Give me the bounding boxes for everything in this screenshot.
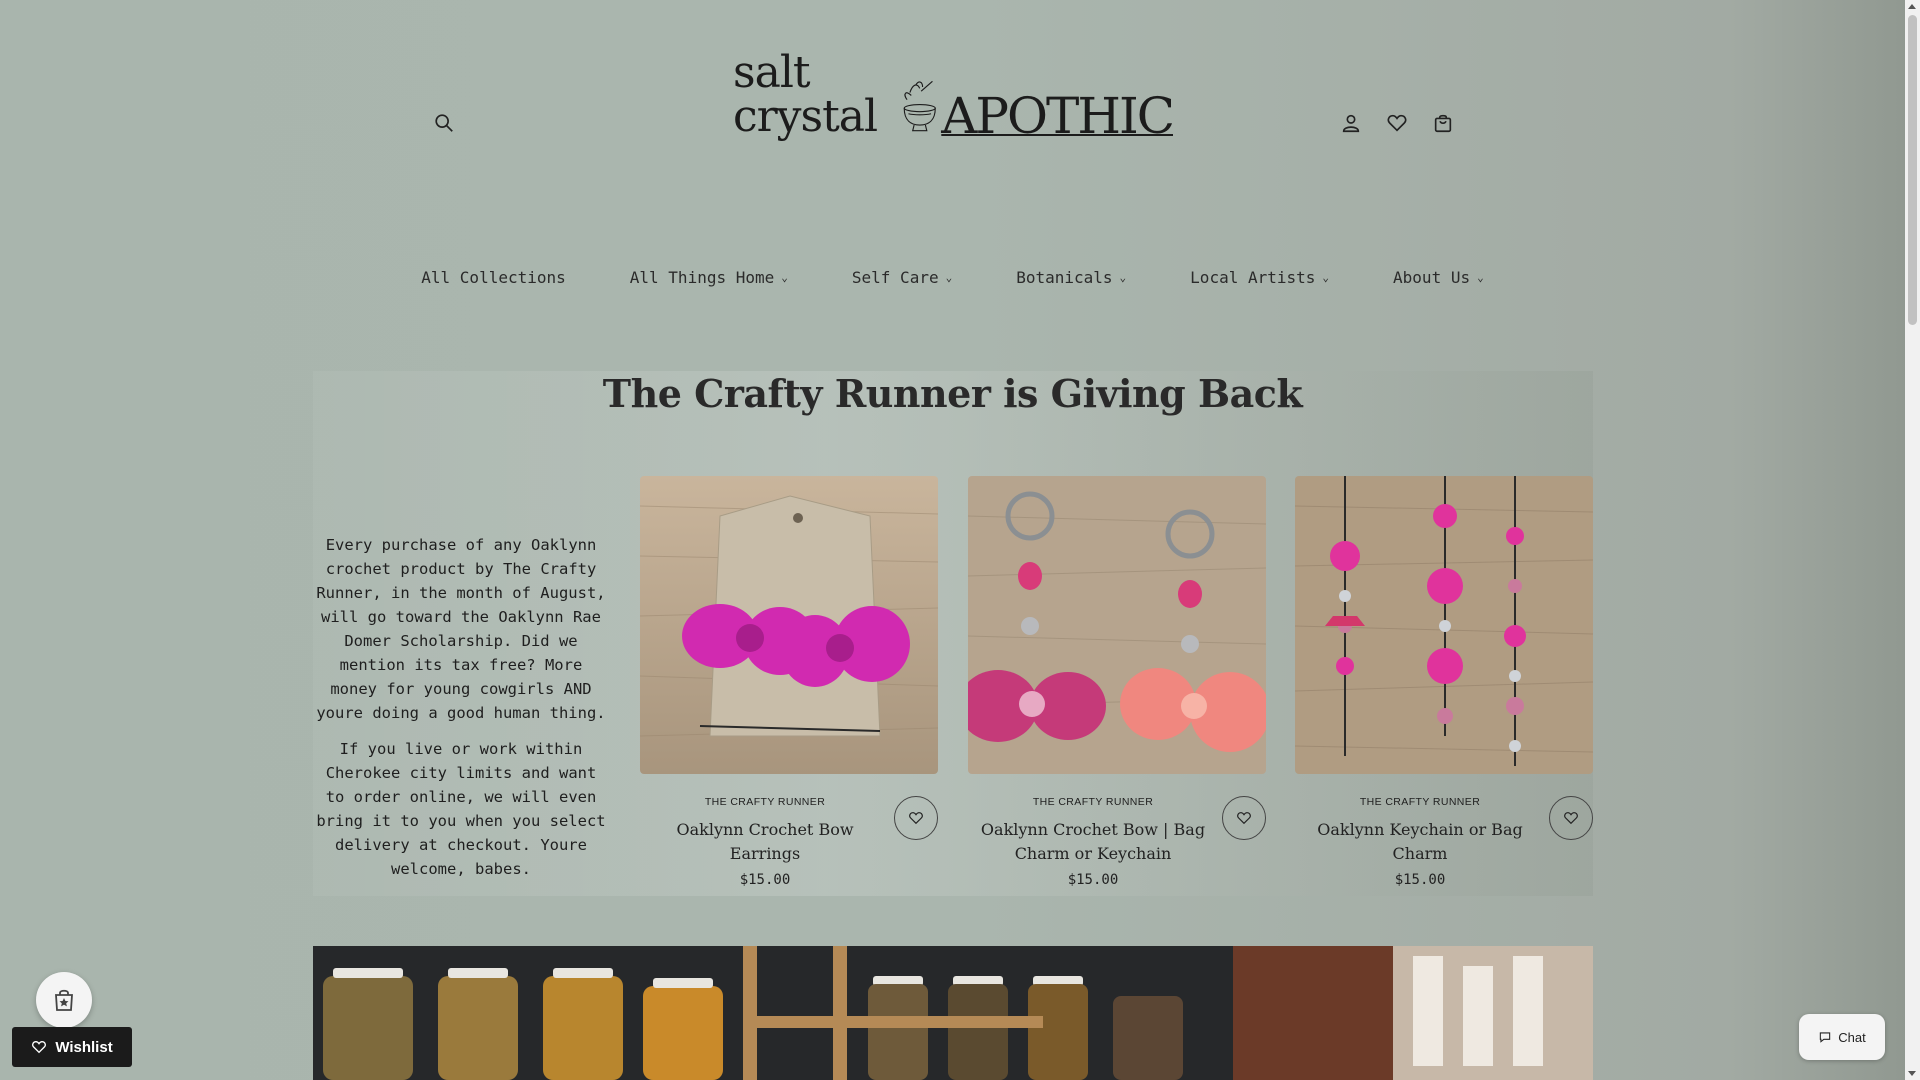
heart-icon <box>1387 114 1407 132</box>
heart-icon <box>909 812 923 825</box>
logo-text-right: APOTHIC <box>941 87 1175 145</box>
add-to-wishlist-button[interactable] <box>1222 796 1266 840</box>
account-icon <box>1342 114 1360 133</box>
nav-label: Self Care <box>851 268 939 287</box>
search-button[interactable] <box>430 109 458 137</box>
wishlist-label: Wishlist <box>55 1038 113 1056</box>
chevron-down-icon: ⌄ <box>1119 271 1127 284</box>
product-card[interactable]: THE CRAFTY RUNNER Oaklynn Keychain or Ba… <box>1295 476 1593 888</box>
product-price: $15.00 <box>1394 872 1446 888</box>
product-card[interactable]: THE CRAFTY RUNNER Oaklynn Crochet Bow Ea… <box>640 476 938 888</box>
nav-label: All Collections <box>421 268 566 287</box>
description-paragraph-1: Every purchase of any Oaklynn crochet pr… <box>316 536 606 722</box>
product-title[interactable]: Oaklynn Crochet Bow | Bag Charm or Keych… <box>968 818 1218 866</box>
scrollbar-thumb[interactable] <box>1908 15 1917 325</box>
chevron-down-icon: ⌄ <box>1477 271 1484 284</box>
account-button[interactable] <box>1337 109 1365 137</box>
product-vendor: THE CRAFTY RUNNER <box>1359 796 1481 808</box>
section-description: Every purchase of any Oaklynn crochet pr… <box>313 533 609 893</box>
nav-about-us[interactable]: About Us ⌄ <box>1393 268 1484 287</box>
shelf-jars-photo <box>313 946 1593 1080</box>
product-photo-beaded-keychain <box>1295 476 1593 774</box>
product-price: $15.00 <box>1067 872 1119 888</box>
product-vendor: THE CRAFTY RUNNER <box>1032 796 1154 808</box>
product-image[interactable] <box>968 476 1266 774</box>
wishlist-floating-button[interactable]: Wishlist <box>12 1027 132 1067</box>
chevron-down-icon: ⌄ <box>781 271 788 284</box>
add-to-wishlist-button[interactable] <box>1549 796 1593 840</box>
rewards-launcher-button[interactable] <box>36 972 92 1028</box>
page-scrollbar[interactable] <box>1905 0 1920 1080</box>
scroll-down-arrow-icon[interactable] <box>1908 1071 1916 1076</box>
nav-local-artists[interactable]: Local Artists ⌄ <box>1190 268 1329 287</box>
nav-label: Local Artists <box>1190 268 1316 287</box>
search-icon <box>435 114 453 132</box>
heart-icon <box>1237 812 1251 825</box>
site-logo[interactable]: salt crystal APOTHIC <box>733 51 1175 145</box>
chat-label: Chat <box>1838 1029 1866 1045</box>
bag-icon <box>1434 114 1452 133</box>
product-image[interactable] <box>640 476 938 774</box>
chat-button[interactable]: Chat <box>1799 1014 1885 1060</box>
nav-self-care[interactable]: Self Care ⌄ <box>852 268 952 287</box>
rewards-bag-icon <box>55 989 73 1011</box>
product-photo-bow-keychain <box>968 476 1266 774</box>
product-photo-bow-earrings <box>640 476 938 774</box>
product-price: $15.00 <box>739 872 791 888</box>
chat-bubble-icon <box>1820 1032 1831 1043</box>
logo-text-left: salt crystal <box>733 47 878 142</box>
nav-label: About Us <box>1393 268 1471 287</box>
chevron-down-icon: ⌄ <box>1322 271 1330 284</box>
main-nav: All Collections All Things Home ⌄ Self Ca… <box>0 268 1905 287</box>
page: salt crystal APOTHIC All Collections All… <box>0 0 1905 1080</box>
store-banner-image <box>313 946 1593 1080</box>
section-title: The Crafty Runner is Giving Back <box>602 371 1303 416</box>
nav-botanicals[interactable]: Botanicals ⌄ <box>1016 268 1126 287</box>
product-title[interactable]: Oaklynn Keychain or Bag Charm <box>1295 818 1545 866</box>
nav-label: All Things Home <box>629 268 775 287</box>
cart-button[interactable] <box>1429 109 1457 137</box>
nav-all-things-home[interactable]: All Things Home ⌄ <box>630 268 788 287</box>
heart-icon <box>32 1040 47 1054</box>
product-title[interactable]: Oaklynn Crochet Bow Earrings <box>640 818 890 866</box>
scroll-up-arrow-icon[interactable] <box>1908 4 1916 9</box>
chevron-down-icon: ⌄ <box>945 271 953 284</box>
nav-label: Botanicals <box>1016 268 1113 287</box>
nav-all-collections[interactable]: All Collections <box>421 268 566 287</box>
product-card[interactable]: THE CRAFTY RUNNER Oaklynn Crochet Bow | … <box>968 476 1266 888</box>
mortar-pestle-logo-icon <box>903 80 936 132</box>
add-to-wishlist-button[interactable] <box>894 796 938 840</box>
product-image[interactable] <box>1295 476 1593 774</box>
description-paragraph-2: If you live or work within Cherokee city… <box>316 740 606 878</box>
wishlist-header-button[interactable] <box>1383 109 1411 137</box>
heart-icon <box>1564 812 1578 825</box>
product-vendor: THE CRAFTY RUNNER <box>704 796 826 808</box>
